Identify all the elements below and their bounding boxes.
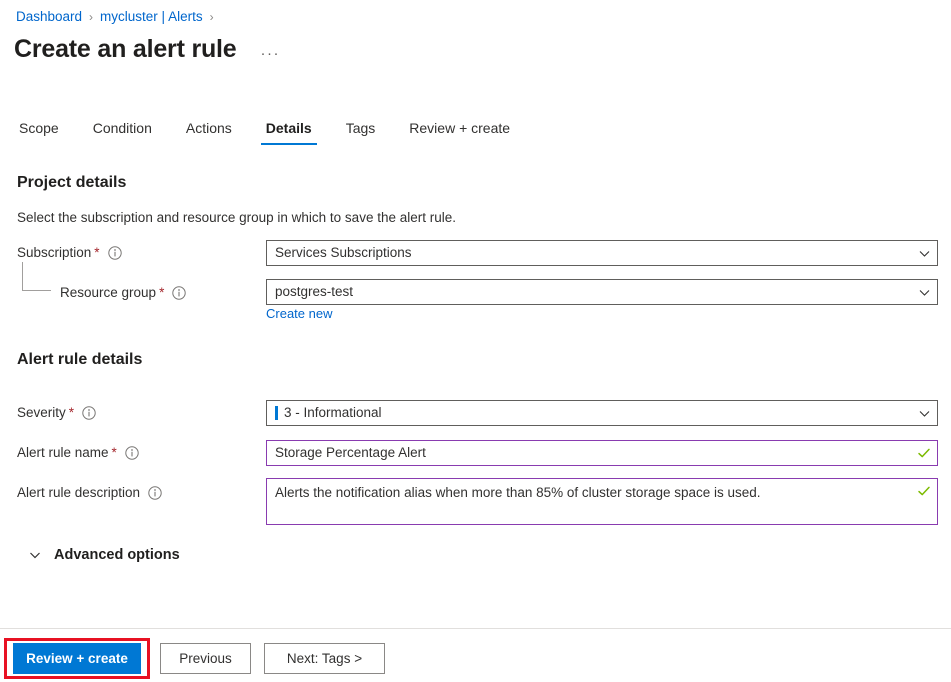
info-icon[interactable] [125, 446, 139, 460]
severity-required-marker: * [69, 404, 74, 422]
alert-rule-name-label: Alert rule name [17, 444, 109, 462]
severity-level-indicator [275, 406, 278, 420]
breadcrumb-item-mycluster-alerts[interactable]: mycluster | Alerts [100, 8, 203, 26]
tab-details[interactable]: Details [261, 118, 317, 145]
severity-label-group: Severity * [17, 404, 96, 422]
more-options-icon[interactable]: ··· [257, 45, 285, 62]
severity-value: 3 - Informational [284, 404, 912, 422]
alert-rule-description-label: Alert rule description [17, 484, 140, 502]
chevron-down-icon [918, 247, 931, 260]
alert-rule-name-input[interactable]: Storage Percentage Alert [266, 440, 938, 466]
page-header: Create an alert rule ··· [14, 33, 284, 65]
info-icon[interactable] [108, 246, 122, 260]
severity-label: Severity [17, 404, 66, 422]
subscription-required-marker: * [94, 244, 99, 262]
chevron-down-icon [28, 548, 42, 562]
chevron-down-icon [918, 286, 931, 299]
alert-rule-description-textarea[interactable]: Alerts the notification alias when more … [266, 478, 938, 525]
advanced-options-toggle[interactable]: Advanced options [28, 545, 180, 565]
previous-button[interactable]: Previous [160, 643, 251, 674]
subscription-label: Subscription [17, 244, 91, 262]
chevron-down-icon [918, 407, 931, 420]
subscription-label-group: Subscription * [17, 244, 122, 262]
info-icon[interactable] [148, 486, 162, 500]
alert-rule-name-required-marker: * [112, 444, 117, 462]
severity-dropdown[interactable]: 3 - Informational [266, 400, 938, 426]
subscription-value: Services Subscriptions [275, 244, 912, 262]
tab-review-create[interactable]: Review + create [404, 118, 515, 145]
alert-rule-name-label-group: Alert rule name * [17, 444, 139, 462]
alert-rule-name-value: Storage Percentage Alert [275, 444, 911, 462]
page-title: Create an alert rule [14, 33, 237, 65]
breadcrumb-item-dashboard[interactable]: Dashboard [16, 8, 82, 26]
breadcrumb-separator-icon: › [210, 8, 214, 26]
resource-group-label-group: Resource group * [60, 284, 186, 302]
next-tags-button[interactable]: Next: Tags > [264, 643, 385, 674]
checkmark-icon [917, 484, 931, 498]
tab-scope[interactable]: Scope [14, 118, 64, 145]
resource-group-value: postgres-test [275, 283, 912, 301]
wizard-tabs: Scope Condition Actions Details Tags Rev… [14, 118, 515, 146]
alert-rule-description-value: Alerts the notification alias when more … [275, 484, 911, 501]
resource-group-tree-connector [22, 262, 51, 291]
advanced-options-label: Advanced options [54, 545, 180, 565]
footer-actions: Review + create Previous Next: Tags > [0, 629, 951, 682]
breadcrumb-separator-icon: › [89, 8, 93, 26]
project-details-heading: Project details [17, 172, 126, 194]
checkmark-icon [917, 446, 931, 460]
tab-actions[interactable]: Actions [181, 118, 237, 145]
subscription-dropdown[interactable]: Services Subscriptions [266, 240, 938, 266]
resource-group-label: Resource group [60, 284, 156, 302]
breadcrumb: Dashboard › mycluster | Alerts › [16, 8, 221, 26]
info-icon[interactable] [82, 406, 96, 420]
create-new-resource-group-link[interactable]: Create new [266, 305, 332, 322]
alert-rule-description-label-group: Alert rule description [17, 484, 162, 502]
tab-tags[interactable]: Tags [341, 118, 381, 145]
alert-rule-details-heading: Alert rule details [17, 349, 142, 371]
project-details-description: Select the subscription and resource gro… [17, 209, 456, 227]
review-create-button[interactable]: Review + create [13, 643, 141, 674]
tab-condition[interactable]: Condition [88, 118, 157, 145]
resource-group-required-marker: * [159, 284, 164, 302]
info-icon[interactable] [172, 286, 186, 300]
resource-group-dropdown[interactable]: postgres-test [266, 279, 938, 305]
